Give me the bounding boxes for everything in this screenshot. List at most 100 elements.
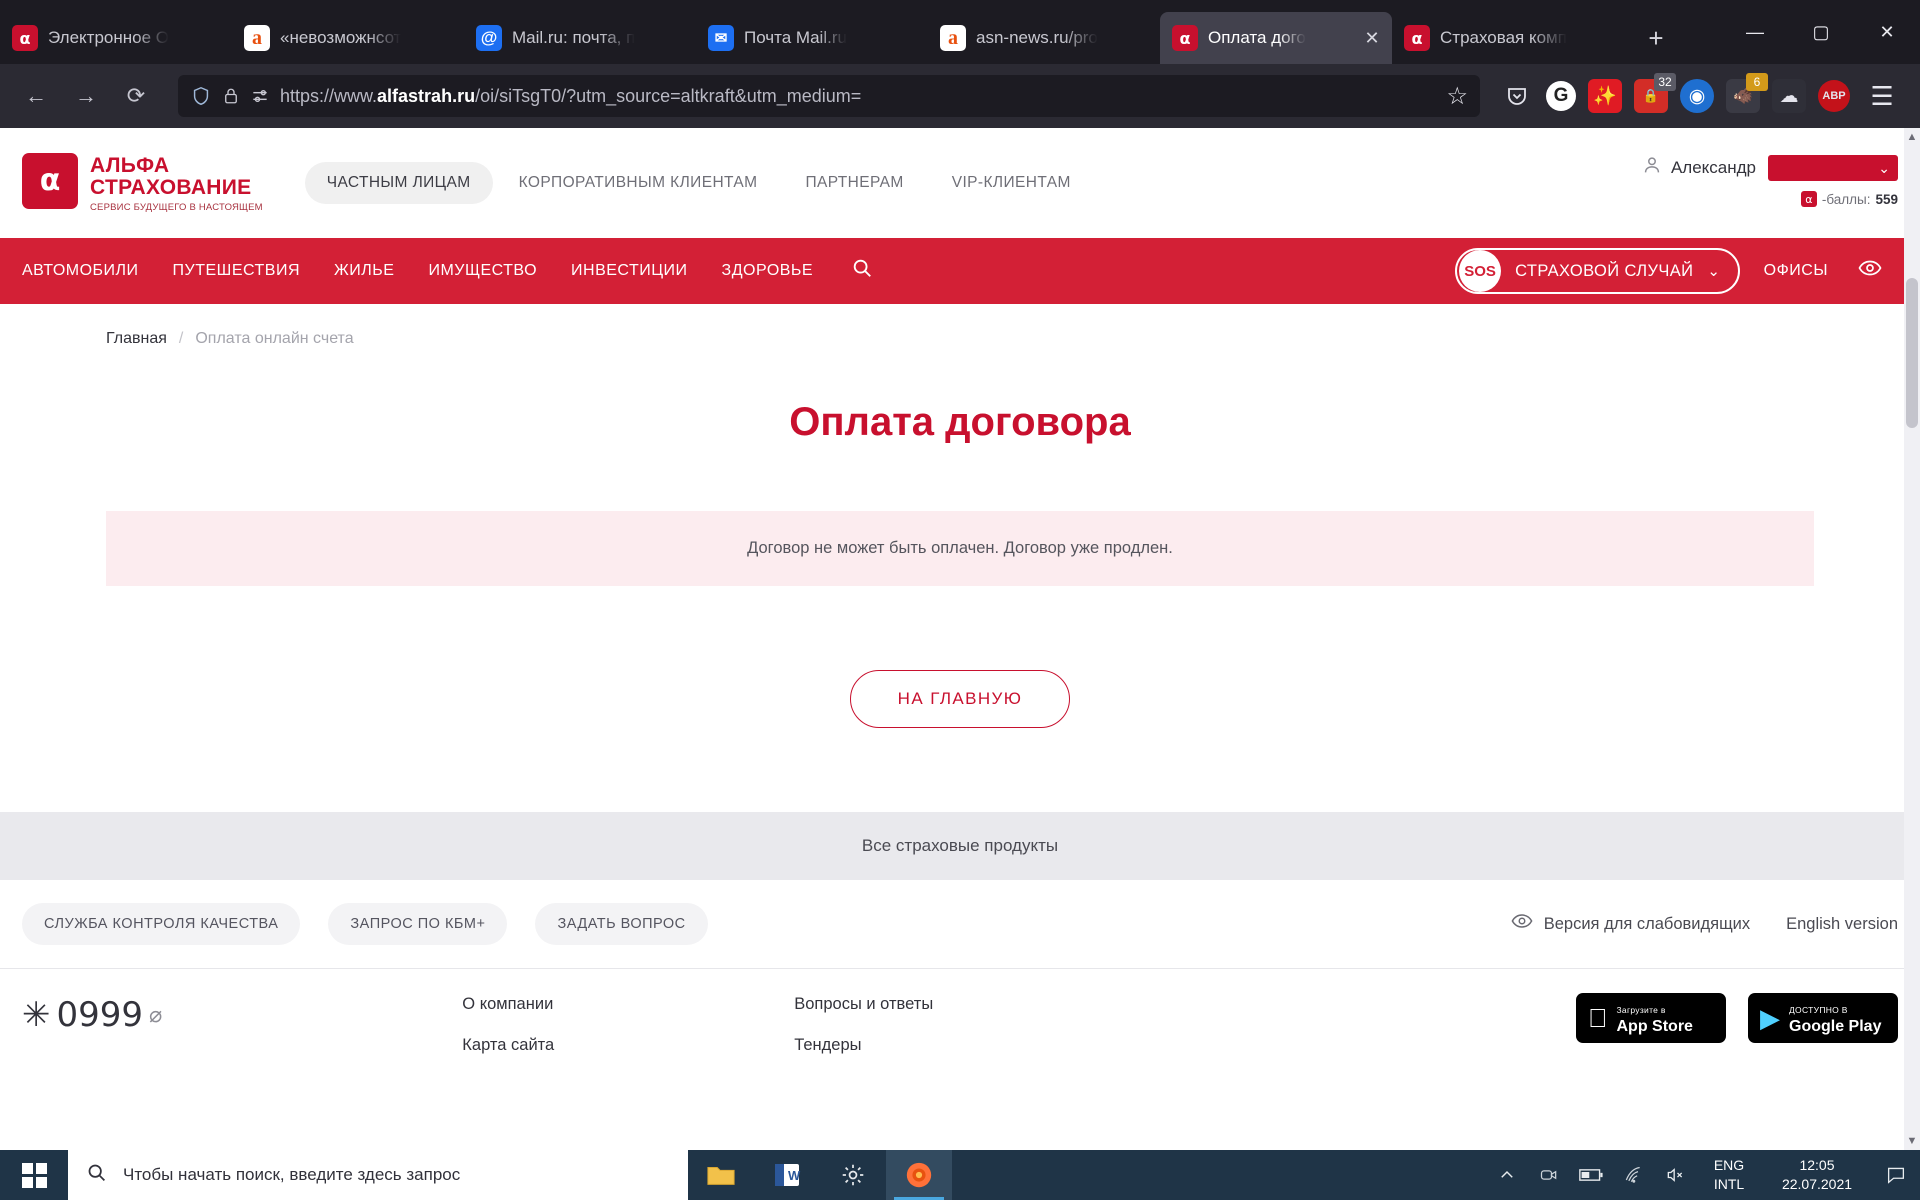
app-store-line1: Загрузите в [1617, 1005, 1666, 1015]
scroll-up-icon[interactable]: ▲ [1905, 130, 1919, 144]
language-line1: ENG [1696, 1156, 1762, 1175]
url-text[interactable]: https://www.alfastrah.ru/oi/siTsgT0/?utm… [280, 86, 1436, 107]
nav-item-puteshestviya[interactable]: ПУТЕШЕСТВИЯ [173, 262, 300, 280]
window-controls: — ▢ ✕ [1722, 0, 1920, 64]
alfastrah-logo-icon: α [22, 153, 78, 209]
eye-icon[interactable] [1858, 256, 1882, 286]
volume-muted-icon[interactable] [1654, 1150, 1696, 1200]
browser-tab-1[interactable]: a «невозможнсот [232, 12, 464, 64]
firefox-icon[interactable] [886, 1150, 952, 1200]
adblock-plus-icon[interactable]: ABP [1818, 80, 1850, 112]
nav-item-imushchestvo[interactable]: ИМУЩЕСТВО [428, 262, 537, 280]
quality-control-button[interactable]: СЛУЖБА КОНТРОЛЯ КАЧЕСТВА [22, 903, 300, 945]
forward-icon[interactable]: → [64, 74, 108, 118]
audience-tab-partners[interactable]: ПАРТНЕРАМ [783, 162, 925, 204]
wifi-icon[interactable] [1612, 1150, 1654, 1200]
scroll-down-icon[interactable]: ▼ [1905, 1134, 1919, 1148]
new-tab-button[interactable]: + [1634, 16, 1678, 60]
reload-icon[interactable]: ⟳ [114, 74, 158, 118]
google-play-line2: Google Play [1789, 1018, 1881, 1035]
nav-item-avtomobili[interactable]: АВТОМОБИЛИ [22, 262, 139, 280]
footer-link-tenders[interactable]: Тендеры [794, 1036, 933, 1055]
audience-tab-corporate[interactable]: КОРПОРАТИВНЫМ КЛИЕНТАМ [497, 162, 780, 204]
windows-start-icon[interactable] [0, 1150, 68, 1200]
close-window-icon[interactable]: ✕ [1854, 0, 1920, 64]
user-dropdown-button[interactable]: ⌄ [1768, 155, 1898, 181]
clock-time: 12:05 [1762, 1156, 1872, 1175]
avatar-extension-icon[interactable]: 🐗 6 [1726, 79, 1760, 113]
low-vision-link[interactable]: Версия для слабовидящих [1511, 910, 1750, 938]
account-extension-icon[interactable]: ☁ [1772, 79, 1806, 113]
show-hidden-icons[interactable] [1486, 1150, 1528, 1200]
tracking-protection-icon[interactable] [250, 86, 270, 106]
nav-item-zdorovye[interactable]: ЗДОРОВЬЕ [722, 262, 814, 280]
tab-title: Электронное О [48, 28, 169, 48]
browser-tab-2[interactable]: @ Mail.ru: почта, п [464, 12, 696, 64]
notification-icon[interactable] [1872, 1150, 1920, 1200]
back-icon[interactable]: ← [14, 74, 58, 118]
language-indicator[interactable]: ENG INTL [1696, 1156, 1762, 1194]
browser-tab-5-active[interactable]: α Оплата дого ✕ [1160, 12, 1392, 64]
footer-link-sitemap[interactable]: Карта сайта [462, 1036, 554, 1055]
lock-icon[interactable] [222, 87, 240, 105]
settings-icon[interactable] [820, 1150, 886, 1200]
logo-line1: АЛЬФА [90, 155, 263, 177]
insurance-case-button[interactable]: SOS СТРАХОВОЙ СЛУЧАЙ ⌄ [1455, 248, 1740, 294]
app-store-button[interactable]:  Загрузите в App Store [1576, 993, 1726, 1043]
user-icon [1641, 154, 1663, 182]
offices-link[interactable]: ОФИСЫ [1764, 262, 1828, 280]
grammarly-icon[interactable]: G [1546, 81, 1576, 111]
nav-item-zhilye[interactable]: ЖИЛЬЕ [334, 262, 394, 280]
bookmark-star-icon[interactable]: ☆ [1446, 82, 1468, 111]
windows-taskbar: Чтобы начать поиск, введите здесь запрос… [0, 1150, 1920, 1200]
logo-tagline: СЕРВИС БУДУЩЕГО В НАСТОЯЩЕМ [90, 202, 263, 213]
browser-toolbar: ← → ⟳ https://www.alfastrah.r [0, 64, 1920, 128]
word-icon[interactable]: W [754, 1150, 820, 1200]
footer-main: ✳0999 ⌀ О компании Карта сайта Вопросы и… [0, 968, 1920, 1088]
taskbar-apps: W [688, 1150, 952, 1200]
footer-link-about[interactable]: О компании [462, 995, 554, 1014]
browser-tab-3[interactable]: ✉ Почта Mail.ru [696, 12, 928, 64]
google-play-button[interactable]: ▶ ДОСТУПНО В Google Play [1748, 993, 1898, 1043]
search-icon[interactable] [851, 257, 873, 285]
address-bar[interactable]: https://www.alfastrah.ru/oi/siTsgT0/?utm… [178, 75, 1480, 117]
camera-icon[interactable] [1528, 1150, 1570, 1200]
browser-tab-0[interactable]: α Электронное О [0, 12, 232, 64]
taskbar-search-input[interactable]: Чтобы начать поиск, введите здесь запрос [68, 1150, 688, 1200]
ask-question-button[interactable]: ЗАДАТЬ ВОПРОС [535, 903, 707, 945]
browser-tab-4[interactable]: a asn-news.ru/pro [928, 12, 1160, 64]
close-icon[interactable]: ✕ [1362, 28, 1382, 48]
magic-wand-icon[interactable]: ✨ [1588, 79, 1622, 113]
scrollbar-thumb[interactable] [1906, 278, 1918, 428]
kbm-request-button[interactable]: ЗАПРОС ПО КБМ+ [328, 903, 507, 945]
shield-icon[interactable] [190, 85, 212, 107]
chevron-down-icon: ⌄ [1707, 262, 1720, 280]
breadcrumb-current: Оплата онлайн счета [195, 330, 353, 348]
site-logo[interactable]: α АЛЬФА СТРАХОВАНИЕ СЕРВИС БУДУЩЕГО В НА… [22, 153, 263, 213]
page-title: Оплата договора [0, 400, 1920, 445]
nav-item-investitsii[interactable]: ИНВЕСТИЦИИ [571, 262, 688, 280]
browser-tab-6[interactable]: α Страховая комп [1392, 12, 1624, 64]
footer-link-faq[interactable]: Вопросы и ответы [794, 995, 933, 1014]
minimize-icon[interactable]: — [1722, 0, 1788, 64]
lastpass-icon[interactable]: 🔒 32 [1634, 79, 1668, 113]
user-row[interactable]: Александр ⌄ [1641, 154, 1898, 182]
circle-extension-icon[interactable]: ◉ [1680, 79, 1714, 113]
support-phone[interactable]: ✳0999 ⌀ [22, 995, 162, 1035]
taskbar-clock[interactable]: 12:05 22.07.2021 [1762, 1156, 1872, 1194]
audience-tab-vip[interactable]: VIP-КЛИЕНТАМ [930, 162, 1093, 204]
app-menu-icon[interactable]: ☰ [1862, 81, 1902, 112]
maximize-icon[interactable]: ▢ [1788, 0, 1854, 64]
tab-title: «невозможнсот [280, 28, 401, 48]
pocket-icon[interactable] [1500, 79, 1534, 113]
english-version-link[interactable]: English version [1786, 915, 1898, 934]
go-home-button[interactable]: НА ГЛАВНУЮ [850, 670, 1070, 728]
battery-icon[interactable] [1570, 1150, 1612, 1200]
file-explorer-icon[interactable] [688, 1150, 754, 1200]
audience-tab-individuals[interactable]: ЧАСТНЫМ ЛИЦАМ [305, 162, 493, 204]
breadcrumb-home[interactable]: Главная [106, 330, 167, 348]
main-navigation: АВТОМОБИЛИ ПУТЕШЕСТВИЯ ЖИЛЬЕ ИМУЩЕСТВО И… [0, 238, 1920, 304]
all-products-bar[interactable]: Все страховые продукты [0, 812, 1920, 880]
page-scrollbar[interactable]: ▲ ▼ [1904, 128, 1920, 1150]
language-line2: INTL [1696, 1175, 1762, 1194]
